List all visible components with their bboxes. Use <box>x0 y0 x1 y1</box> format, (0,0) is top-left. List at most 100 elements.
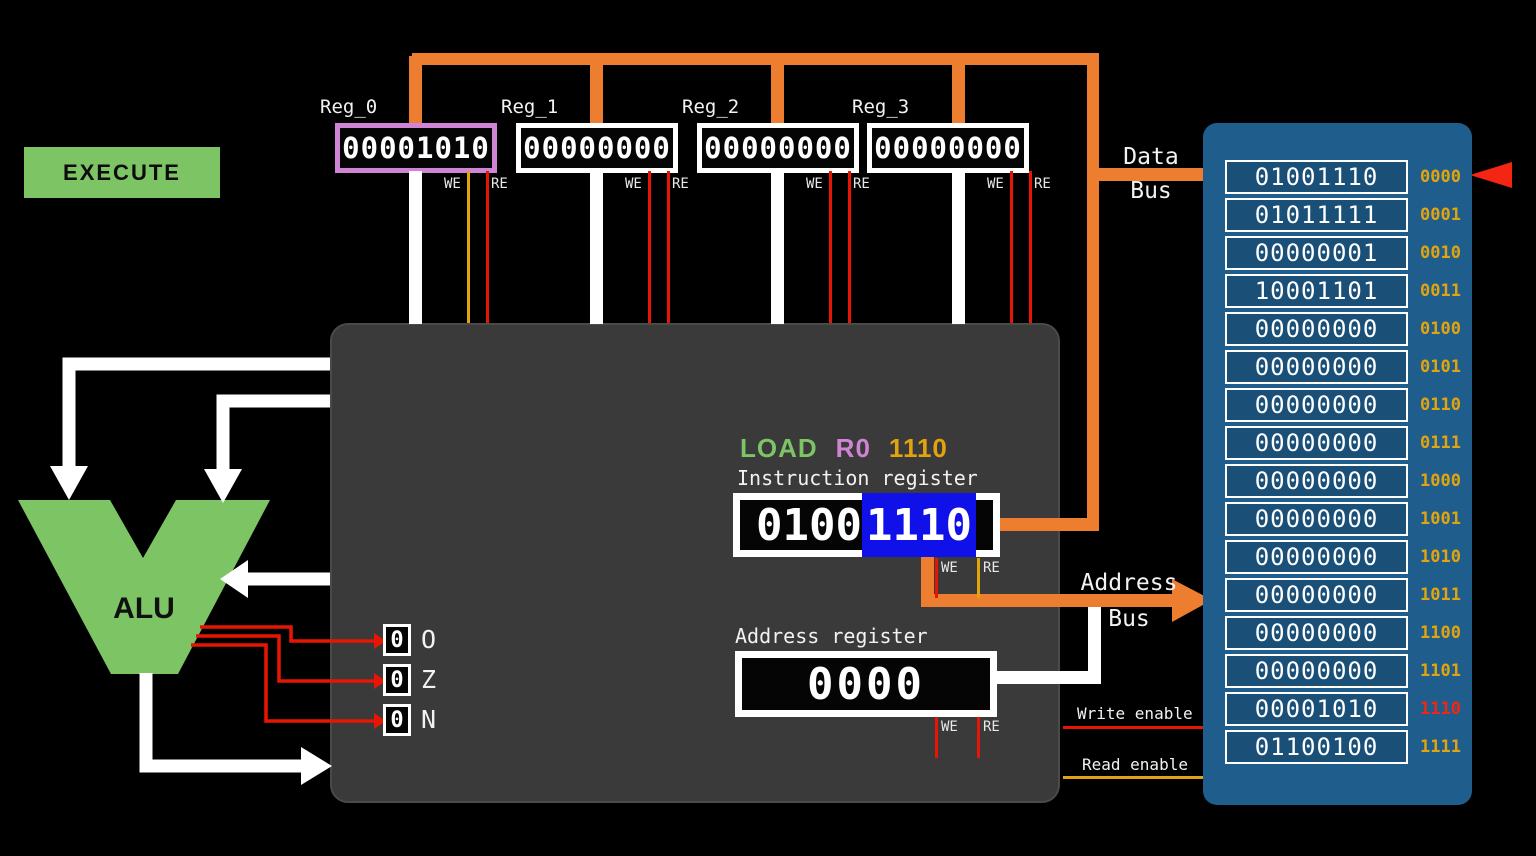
address-register-label: Address register <box>735 624 928 648</box>
memory-row: 01100100 1111 <box>1225 730 1461 764</box>
memory-address: 0110 <box>1420 395 1461 415</box>
register-data-line <box>590 171 603 324</box>
register-re-line <box>848 171 851 323</box>
register-box: 00000000 <box>867 123 1029 173</box>
memory-address: 0101 <box>1420 357 1461 377</box>
memory-address: 0001 <box>1420 205 1461 225</box>
register-re-label: RE <box>1034 176 1051 192</box>
memory-row: 10001101 0011 <box>1225 274 1461 308</box>
instruction-register-operand: R0 <box>836 433 871 464</box>
ir-re-label: RE <box>983 560 1000 576</box>
register-re-line <box>1029 171 1032 323</box>
memory-cell: 01100100 <box>1225 730 1408 764</box>
flag-n-value: 0 <box>383 704 411 736</box>
data-bus-label-line2: Bus <box>1122 178 1180 204</box>
ir-value-plain: 0100 <box>756 500 862 551</box>
memory-row: 00000000 0100 <box>1225 312 1461 346</box>
register-name: Reg_3 <box>852 96 909 118</box>
ir-value-highlighted: 1110 <box>862 493 976 557</box>
current-instruction: LOAD R0 1110 <box>740 433 948 464</box>
memory-cell: 00000000 <box>1225 578 1408 612</box>
register-bus-stub <box>409 56 422 123</box>
memory-address: 0000 <box>1420 167 1461 187</box>
memory-panel: 01001110 0000 01011111 0001 00000001 001… <box>1203 123 1472 805</box>
memory-row: 00000000 0101 <box>1225 350 1461 384</box>
memory-row: 00000000 0110 <box>1225 388 1461 422</box>
memory-cell: 00000000 <box>1225 502 1408 536</box>
memory-cell: 00000000 <box>1225 350 1408 384</box>
register-name: Reg_1 <box>501 96 558 118</box>
memory-row: 01001110 0000 <box>1225 160 1461 194</box>
memory-address: 0111 <box>1420 433 1461 453</box>
register-data-line <box>409 171 422 324</box>
alu-label: ALU <box>113 592 175 625</box>
memory-cell: 01011111 <box>1225 198 1408 232</box>
register-re-label: RE <box>491 176 508 192</box>
register-we-line <box>829 171 832 323</box>
register-bus-stub <box>952 56 965 123</box>
alu-input-a-arrow-icon <box>50 466 88 500</box>
register-data-line <box>952 171 965 324</box>
register-we-label: WE <box>625 176 642 192</box>
memory-row: 00000000 1100 <box>1225 616 1461 650</box>
memory-address: 1111 <box>1420 737 1461 757</box>
memory-row: 00000000 0111 <box>1225 426 1461 460</box>
memory-address: 1001 <box>1420 509 1461 529</box>
instruction-opcode: LOAD <box>740 433 818 464</box>
cpu-simulator: ALU EXECUTE Reg_0 0 0001 <box>0 0 1536 856</box>
ir-we-label: WE <box>941 560 958 576</box>
memory-row: 00000000 1010 <box>1225 540 1461 574</box>
flag-wires <box>191 627 376 721</box>
memory-cell: 00000000 <box>1225 654 1408 688</box>
memory-address: 1000 <box>1420 471 1461 491</box>
flag-z-value: 0 <box>383 664 411 696</box>
memory-cell: 00000000 <box>1225 388 1408 422</box>
memory-cell: 01001110 <box>1225 160 1408 194</box>
memory-rows: 01001110 0000 01011111 0001 00000001 001… <box>1225 160 1461 768</box>
register-name: Reg_0 <box>320 96 377 118</box>
memory-pointer-icon <box>1470 162 1512 188</box>
address-register: 0000 <box>735 651 997 717</box>
memory-row: 00000000 1001 <box>1225 502 1461 536</box>
register-bus-stub <box>771 56 784 123</box>
memory-address: 1010 <box>1420 547 1461 567</box>
register-box: 00000000 <box>697 123 859 173</box>
memory-cell: 00000000 <box>1225 312 1408 346</box>
address-bus-label-line2: Bus <box>1078 606 1180 632</box>
register-we-label: WE <box>806 176 823 192</box>
alu-input-b-arrow-icon <box>204 469 242 503</box>
register-data-line <box>771 171 784 324</box>
register-we-label: WE <box>444 176 461 192</box>
register-name: Reg_2 <box>682 96 739 118</box>
memory-cell: 00000000 <box>1225 616 1408 650</box>
execute-button[interactable]: EXECUTE <box>24 147 220 198</box>
register-we-label: WE <box>987 176 1004 192</box>
flag-n-label: N <box>421 705 436 734</box>
memory-address: 0010 <box>1420 243 1461 263</box>
memory-address: 1101 <box>1420 661 1461 681</box>
register-re-line <box>486 171 489 323</box>
register-re-label: RE <box>672 176 689 192</box>
memory-address: 0100 <box>1420 319 1461 339</box>
write-enable-label: Write enable <box>1077 704 1193 723</box>
memory-row: 01011111 0001 <box>1225 198 1461 232</box>
memory-cell: 00001010 <box>1225 692 1408 726</box>
register-re-label: RE <box>853 176 870 192</box>
memory-address: 1011 <box>1420 585 1461 605</box>
alu-output-arrow-icon <box>301 747 332 785</box>
register-bus-stub <box>590 56 603 123</box>
memory-row: 00000001 0010 <box>1225 236 1461 270</box>
memory-cell: 00000000 <box>1225 464 1408 498</box>
flag-z-label: Z <box>421 665 436 694</box>
memory-cell: 00000000 <box>1225 540 1408 574</box>
read-enable-label: Read enable <box>1082 755 1188 774</box>
ar-we-label: WE <box>941 719 958 735</box>
register-box: 00000000 <box>516 123 678 173</box>
instruction-address-operand: 1110 <box>889 433 948 464</box>
ar-re-label: RE <box>983 719 1000 735</box>
instruction-register: 0100 1110 <box>733 493 1000 557</box>
memory-address: 1100 <box>1420 623 1461 643</box>
memory-row: 00000000 1011 <box>1225 578 1461 612</box>
memory-row: 00001010 1110 <box>1225 692 1461 726</box>
register-we-line <box>467 171 470 323</box>
